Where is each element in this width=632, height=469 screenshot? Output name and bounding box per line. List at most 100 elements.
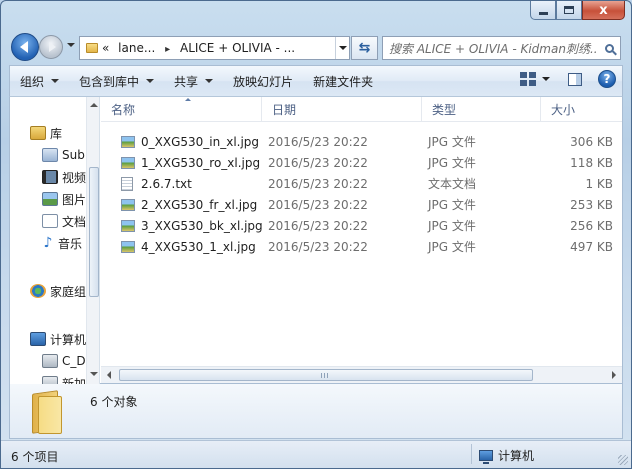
column-header-size[interactable]: 大小 <box>541 97 622 122</box>
navpane-item-documents[interactable]: 文档 <box>42 211 86 231</box>
file-size: 306 KB <box>570 134 613 149</box>
organize-menu[interactable]: 组织 <box>10 69 69 93</box>
scroll-thumb[interactable] <box>89 167 99 297</box>
include-in-library-menu[interactable]: 包含到库中 <box>69 69 164 93</box>
help-icon[interactable]: ? <box>598 70 616 88</box>
file-name-cell: 2.6.7.txt <box>121 173 192 194</box>
library-icon <box>30 126 46 140</box>
breadcrumb-segment-2[interactable]: ALICE + OLIVIA - ... <box>180 41 295 55</box>
scroll-thumb[interactable] <box>119 369 533 381</box>
file-size: 1 KB <box>585 176 613 191</box>
drive-icon <box>42 376 58 384</box>
file-row[interactable]: 0_XXG530_in_xl.jpg 2016/5/23 20:22 JPG 文… <box>101 131 622 152</box>
navpane-item-drive-new[interactable]: 新加 <box>42 373 86 384</box>
slideshow-label: 放映幻灯片 <box>233 74 294 89</box>
breadcrumb-segment-1[interactable]: lane... <box>118 41 155 55</box>
navpane-item-homegroup[interactable]: 家庭组 <box>30 281 86 301</box>
address-bar[interactable]: « lane... ▸ ALICE + OLIVIA - ... <box>79 36 350 60</box>
search-icon[interactable] <box>598 37 620 59</box>
navpane-scrollbar[interactable] <box>86 97 99 384</box>
navpane-item-label: 文档 <box>62 214 87 229</box>
jpg-file-icon <box>121 156 135 169</box>
column-header-date[interactable]: 日期 <box>262 97 422 122</box>
status-item-count: 6 个项目 <box>11 450 59 464</box>
scroll-down-icon[interactable] <box>90 372 98 376</box>
forward-button[interactable] <box>39 35 63 59</box>
jpg-file-icon <box>121 240 135 253</box>
breadcrumb-overflow[interactable]: « <box>102 41 109 55</box>
maximize-icon <box>564 6 574 14</box>
file-type: JPG 文件 <box>428 240 476 254</box>
column-header-name[interactable]: 名称 <box>101 97 262 122</box>
column-label-name: 名称 <box>111 103 136 117</box>
status-location-label: 计算机 <box>498 449 535 463</box>
navpane-item-music[interactable]: ♪ 音乐 <box>42 233 82 253</box>
share-label: 共享 <box>174 74 199 89</box>
column-label-size: 大小 <box>551 103 576 117</box>
computer-icon <box>479 450 493 464</box>
breadcrumb-separator-icon[interactable]: ▸ <box>165 44 170 55</box>
maximize-button[interactable] <box>556 1 582 20</box>
scroll-up-icon[interactable] <box>90 103 98 107</box>
sort-ascending-icon <box>185 98 191 101</box>
navpane-item-pictures[interactable]: 图片 <box>42 189 86 209</box>
navpane-item-label: 图片 <box>62 192 87 207</box>
file-row[interactable]: 2_XXG530_fr_xl.jpg 2016/5/23 20:22 JPG 文… <box>101 194 622 215</box>
file-row[interactable]: 4_XXG530_1_xl.jpg 2016/5/23 20:22 JPG 文件… <box>101 236 622 257</box>
navpane-item-label: 家庭组 <box>50 284 87 299</box>
folder-icon <box>28 390 68 434</box>
file-row[interactable]: 1_XXG530_ro_xl.jpg 2016/5/23 20:22 JPG 文… <box>101 152 622 173</box>
refresh-button[interactable]: ⇆ <box>351 36 378 60</box>
grip-icon <box>321 373 329 378</box>
navpane-item-library[interactable]: 库 <box>30 123 62 143</box>
column-header-type[interactable]: 类型 <box>422 97 541 122</box>
file-name-cell: 1_XXG530_ro_xl.jpg <box>121 152 260 173</box>
new-folder-button[interactable]: 新建文件夹 <box>303 69 383 93</box>
recent-pages-dropdown[interactable] <box>67 43 75 47</box>
file-name: 0_XXG530_in_xl.jpg <box>141 134 260 149</box>
status-location: 计算机 <box>479 447 534 464</box>
navpane-item-label: 计算机 <box>50 332 87 347</box>
navpane-item-sub[interactable]: Sub <box>42 145 85 165</box>
file-size: 497 KB <box>570 239 613 254</box>
picture-icon <box>42 192 58 206</box>
scroll-right-icon[interactable] <box>612 371 616 379</box>
column-headers: 名称 日期 类型 大小 <box>101 97 622 122</box>
file-date: 2016/5/23 20:22 <box>268 134 368 149</box>
search-input[interactable]: 搜索 ALICE + OLIVIA - Kidman刺绣... <box>383 40 598 57</box>
caption-buttons: x <box>530 1 625 21</box>
file-name-cell: 3_XXG530_bk_xl.jpg <box>121 215 263 236</box>
back-button[interactable] <box>11 33 39 61</box>
new-folder-label: 新建文件夹 <box>313 74 374 89</box>
view-options-chevron-icon[interactable] <box>542 77 550 81</box>
navpane-item-label: C_D <box>62 354 86 368</box>
file-row[interactable]: 3_XXG530_bk_xl.jpg 2016/5/23 20:22 JPG 文… <box>101 215 622 236</box>
close-button[interactable]: x <box>582 1 625 20</box>
file-size: 253 KB <box>570 197 613 212</box>
minimize-button[interactable] <box>530 1 556 20</box>
file-type: JPG 文件 <box>428 156 476 170</box>
file-rows: 0_XXG530_in_xl.jpg 2016/5/23 20:22 JPG 文… <box>101 131 622 257</box>
column-label-date: 日期 <box>272 103 297 117</box>
scroll-left-icon[interactable] <box>107 371 111 379</box>
file-name: 3_XXG530_bk_xl.jpg <box>141 218 263 233</box>
slideshow-button[interactable]: 放映幻灯片 <box>223 69 303 93</box>
share-menu[interactable]: 共享 <box>164 69 223 93</box>
file-type: 文本文档 <box>428 177 477 191</box>
navpane-item-computer[interactable]: 计算机 <box>30 329 86 349</box>
change-view-icon[interactable] <box>520 72 536 86</box>
column-label-type: 类型 <box>432 103 457 117</box>
jpg-file-icon <box>121 198 135 211</box>
chevron-down-icon <box>338 46 347 50</box>
resize-grip-icon[interactable] <box>618 455 628 465</box>
explorer-window: x « lane... ▸ ALICE + OLIVIA - ... ⇆ 搜索 … <box>0 0 632 469</box>
details-pane: 6 个对象 <box>9 384 623 439</box>
horizontal-scrollbar[interactable] <box>101 366 622 383</box>
navpane-item-videos[interactable]: 视频 <box>42 167 86 187</box>
address-history-dropdown[interactable] <box>335 37 349 59</box>
preview-pane-icon[interactable] <box>568 72 582 86</box>
file-row[interactable]: 2.6.7.txt 2016/5/23 20:22 文本文档 1 KB <box>101 173 622 194</box>
search-box[interactable]: 搜索 ALICE + OLIVIA - Kidman刺绣... <box>382 36 621 60</box>
navpane-item-label: Sub <box>62 148 85 162</box>
navpane-item-drive-c[interactable]: C_D <box>42 351 86 371</box>
